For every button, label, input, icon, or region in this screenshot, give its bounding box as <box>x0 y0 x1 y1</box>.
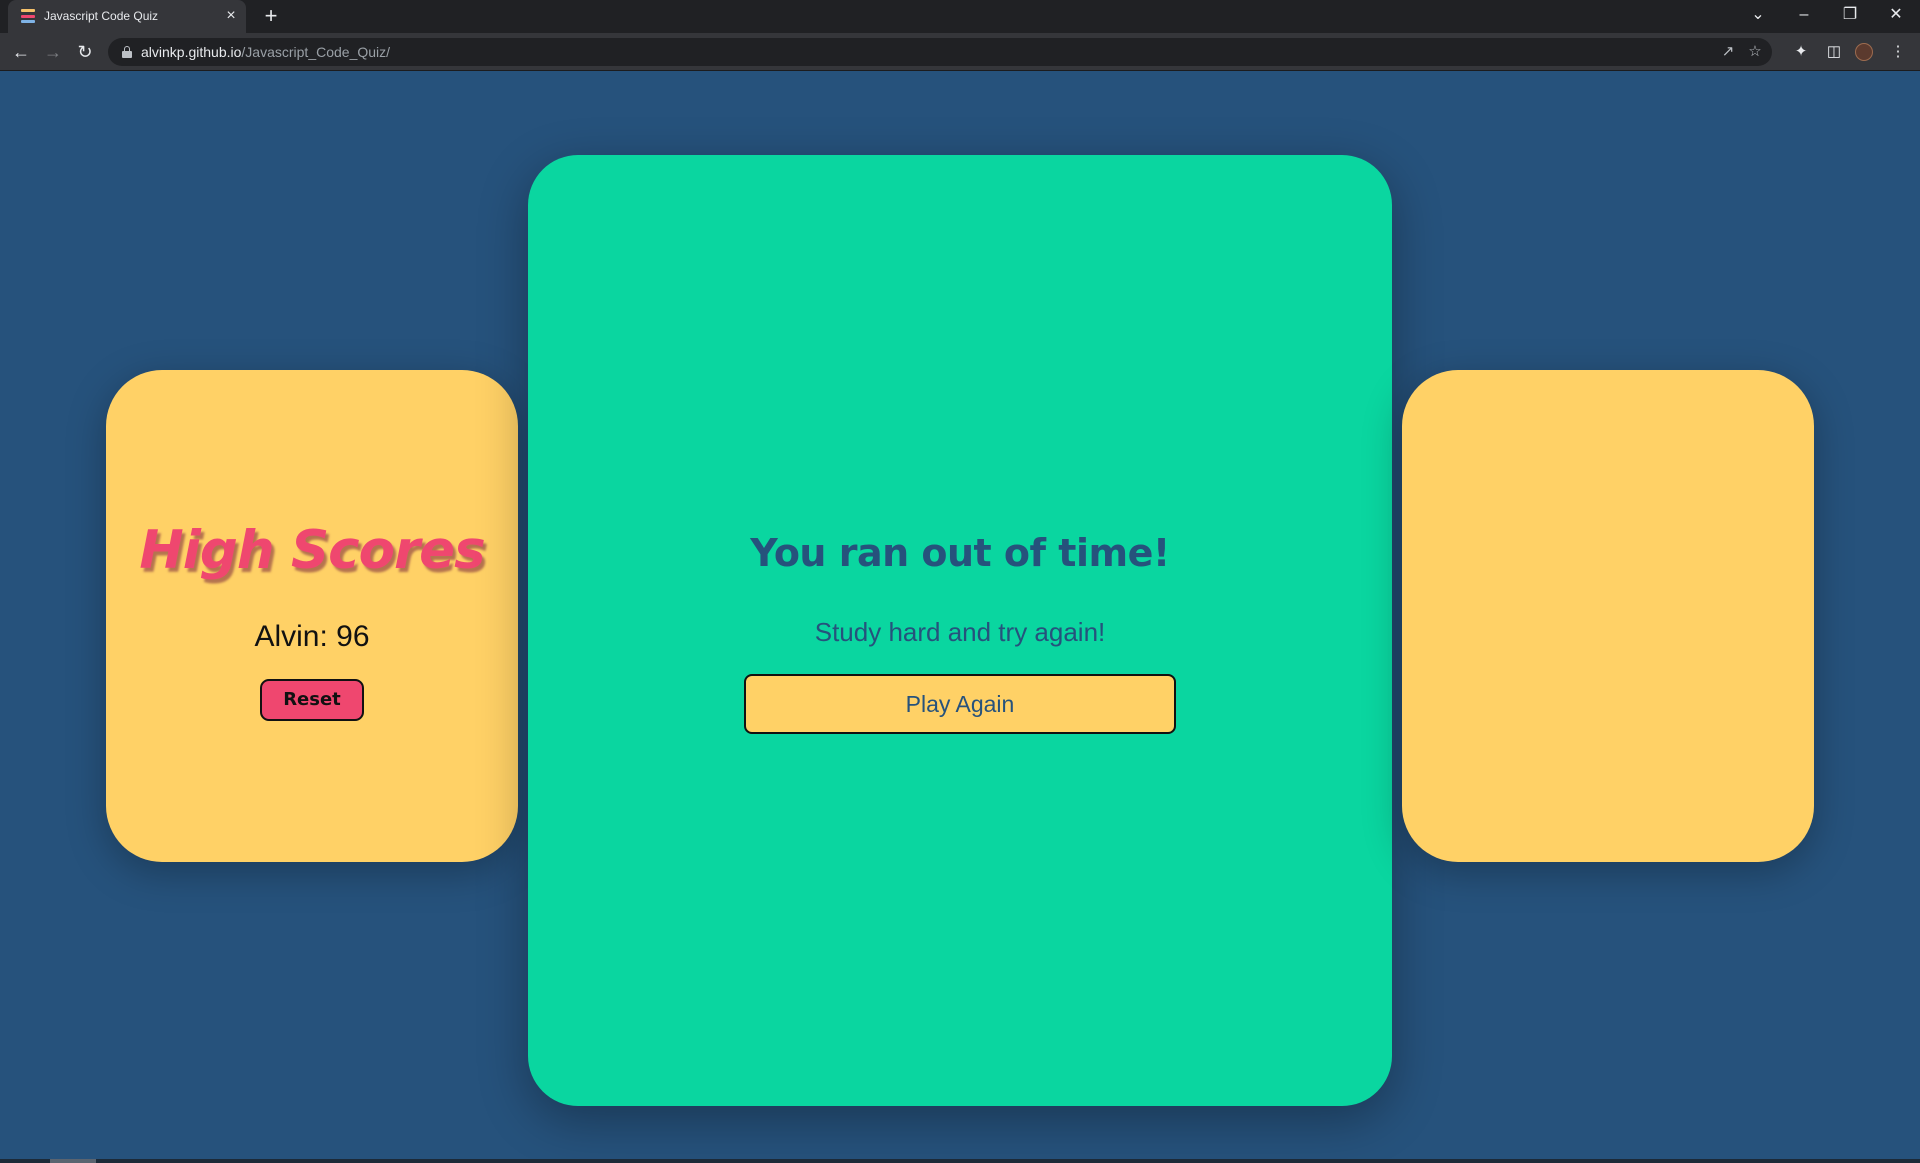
browser-toolbar: ← → ↻ alvinkp.github.io/Javascript_Code_… <box>0 33 1920 71</box>
tab-title: Javascript Code Quiz <box>44 9 159 23</box>
tab-search-chevron-icon[interactable]: ⌄ <box>1743 3 1773 27</box>
close-window-icon[interactable]: ✕ <box>1881 3 1911 27</box>
reload-icon[interactable]: ↻ <box>73 40 97 64</box>
minimize-icon[interactable]: – <box>1789 3 1819 27</box>
right-side-card <box>1402 370 1814 862</box>
extensions-icon[interactable]: ✦ <box>1789 40 1813 64</box>
page-favicon-icon <box>21 9 35 23</box>
play-again-button[interactable]: Play Again <box>744 674 1176 734</box>
high-score-entry: Alvin: 96 <box>254 620 370 653</box>
address-bar[interactable]: alvinkp.github.io/Javascript_Code_Quiz/ … <box>108 38 1772 66</box>
forward-icon[interactable]: → <box>41 40 65 64</box>
more-menu-icon[interactable]: ⋮ <box>1886 40 1910 64</box>
scrollbar-thumb[interactable] <box>50 1159 96 1163</box>
new-tab-icon[interactable]: + <box>260 5 282 27</box>
reset-button[interactable]: Reset <box>260 679 364 721</box>
quiz-result-subtitle: Study hard and try again! <box>814 617 1106 647</box>
quiz-card: You ran out of time! Study hard and try … <box>528 155 1392 1106</box>
tab-close-icon[interactable]: × <box>222 7 240 25</box>
browser-tab[interactable]: Javascript Code Quiz × <box>8 0 246 33</box>
quiz-result-title: You ran out of time! <box>750 531 1170 575</box>
bookmark-star-icon[interactable]: ☆ <box>1745 42 1765 62</box>
browser-tabstrip: Javascript Code Quiz × + ⌄ – ❐ ✕ <box>0 0 1920 33</box>
back-icon[interactable]: ← <box>9 40 33 64</box>
url-text[interactable]: alvinkp.github.io/Javascript_Code_Quiz/ <box>141 44 390 60</box>
horizontal-scrollbar[interactable] <box>0 1159 1920 1163</box>
url-path: /Javascript_Code_Quiz/ <box>241 44 391 60</box>
side-panel-icon[interactable]: ◫ <box>1822 40 1846 64</box>
restore-icon[interactable]: ❐ <box>1835 3 1865 27</box>
share-icon[interactable]: ↗ <box>1718 42 1738 62</box>
lock-icon[interactable] <box>122 46 132 58</box>
high-scores-title: High Scores <box>139 520 485 581</box>
profile-avatar[interactable] <box>1855 43 1873 61</box>
url-host: alvinkp.github.io <box>141 44 242 60</box>
high-scores-card: High Scores Alvin: 96 Reset <box>106 370 518 862</box>
